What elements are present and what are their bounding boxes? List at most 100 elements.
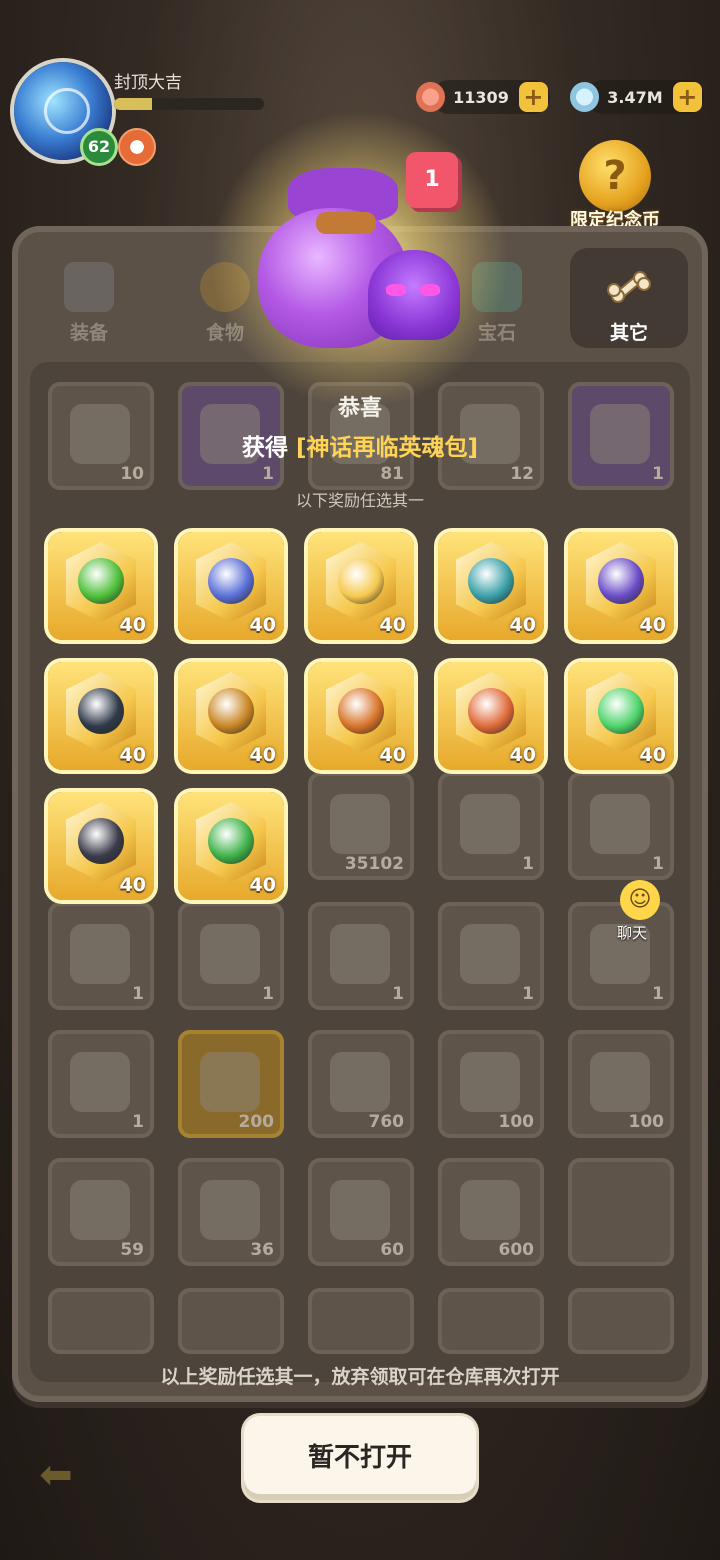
- ghost-icon: [368, 250, 460, 340]
- hero-portrait-icon: [598, 688, 644, 734]
- reward-count: 40: [119, 744, 146, 766]
- player-level-badge: 62: [80, 128, 118, 166]
- add-starfish-button[interactable]: +: [518, 82, 548, 112]
- back-arrow-icon[interactable]: ⬅: [30, 1452, 82, 1498]
- inventory-slot[interactable]: 100: [438, 1030, 544, 1138]
- hero-portrait-icon: [78, 818, 124, 864]
- bag-tie: [316, 212, 376, 234]
- obtained-line: 获得 [神话再临英魂包]: [0, 428, 720, 462]
- inventory-slot[interactable]: 600: [438, 1158, 544, 1266]
- inventory-slot[interactable]: 35102: [308, 772, 414, 880]
- currency-starfish: 11309 +: [416, 80, 550, 114]
- tab-equipment[interactable]: 装备: [30, 248, 148, 348]
- inventory-item-icon: [590, 794, 650, 854]
- inventory-slot[interactable]: 1: [48, 1030, 154, 1138]
- equipment-icon: [64, 262, 114, 312]
- inventory-item-count: 1: [652, 464, 664, 484]
- avatar-constellation-art: [44, 88, 90, 134]
- hero-portrait-icon: [208, 688, 254, 734]
- inventory-item-count: 60: [380, 1240, 404, 1260]
- reward-option[interactable]: 40: [308, 532, 414, 640]
- inventory-item-count: 100: [498, 1112, 535, 1132]
- hero-portrait-icon: [468, 558, 514, 604]
- inventory-item-icon: [330, 924, 390, 984]
- inventory-item-count: 10: [120, 464, 144, 484]
- reward-count: 40: [639, 744, 666, 766]
- inventory-item-icon: [70, 924, 130, 984]
- obtained-prefix: 获得: [241, 435, 296, 461]
- not-open-now-button[interactable]: 暂不打开: [244, 1416, 476, 1500]
- reward-count: 40: [119, 874, 146, 896]
- inventory-item-count: 200: [238, 1112, 275, 1132]
- inventory-item-icon: [200, 924, 260, 984]
- inventory-slot[interactable]: 1: [48, 902, 154, 1010]
- inventory-slot-empty: [48, 1288, 154, 1354]
- reward-option[interactable]: 40: [438, 532, 544, 640]
- ghost-eye-right: [420, 284, 440, 296]
- hero-portrait-icon: [468, 688, 514, 734]
- chat-face-icon: ☺: [620, 880, 660, 920]
- inventory-slot-empty: [438, 1288, 544, 1354]
- inventory-slot[interactable]: 1: [568, 772, 674, 880]
- limited-coin-button[interactable]: ? 限定纪念币: [560, 140, 670, 240]
- starfish-icon: [416, 82, 446, 112]
- hero-portrait-icon: [338, 688, 384, 734]
- reward-count: 40: [379, 614, 406, 636]
- inventory-item-icon: [200, 1052, 260, 1112]
- inventory-item-count: 1: [262, 984, 274, 1004]
- inventory-item-count: 760: [368, 1112, 405, 1132]
- inventory-slot[interactable]: 760: [308, 1030, 414, 1138]
- shell-amount: 3.47M: [607, 87, 663, 107]
- exp-bar-fill: [114, 98, 152, 110]
- reward-option[interactable]: 40: [568, 532, 674, 640]
- reward-count: 40: [249, 874, 276, 896]
- reward-option[interactable]: 40: [48, 662, 154, 770]
- inventory-item-count: 35102: [344, 854, 404, 874]
- inventory-slot-empty: [178, 1288, 284, 1354]
- inventory-slot[interactable]: 1: [438, 772, 544, 880]
- chat-button[interactable]: ☺ 聊天: [594, 880, 670, 944]
- reward-option[interactable]: 40: [178, 532, 284, 640]
- reward-option[interactable]: 40: [178, 662, 284, 770]
- inventory-item-icon: [590, 1052, 650, 1112]
- chat-label: 聊天: [616, 924, 647, 942]
- inventory-slot[interactable]: 59: [48, 1158, 154, 1266]
- reward-option[interactable]: 40: [178, 792, 284, 900]
- question-coin-icon: ?: [579, 140, 651, 212]
- inventory-item-icon: [330, 1180, 390, 1240]
- inventory-item-icon: [70, 1180, 130, 1240]
- inventory-slot-empty: [568, 1288, 674, 1354]
- player-exp-bar: [114, 98, 264, 110]
- reward-option[interactable]: 40: [438, 662, 544, 770]
- inventory-slot[interactable]: 1: [438, 902, 544, 1010]
- inventory-item-icon: [460, 794, 520, 854]
- hero-portrait-icon: [208, 558, 254, 604]
- inventory-item-count: 1: [132, 984, 144, 1004]
- inventory-slot[interactable]: 100: [568, 1030, 674, 1138]
- inventory-slot[interactable]: 200: [178, 1030, 284, 1138]
- shell-icon: [570, 82, 600, 112]
- inventory-item-count: 1: [522, 854, 534, 874]
- inventory-item-count: 100: [628, 1112, 665, 1132]
- inventory-item-count: 1: [262, 464, 274, 484]
- reward-option[interactable]: 40: [568, 662, 674, 770]
- add-shell-button[interactable]: +: [672, 82, 702, 112]
- reward-option[interactable]: 40: [48, 532, 154, 640]
- inventory-slot[interactable]: 1: [308, 902, 414, 1010]
- player-name: 封顶大吉: [114, 73, 182, 93]
- inventory-item-icon: [460, 924, 520, 984]
- reward-option[interactable]: 40: [48, 792, 154, 900]
- poker-chip-icon[interactable]: [118, 128, 156, 166]
- hero-portrait-icon: [208, 818, 254, 864]
- hero-portrait-icon: [78, 688, 124, 734]
- inventory-item-count: 59: [120, 1240, 144, 1260]
- reward-option[interactable]: 40: [308, 662, 414, 770]
- obtained-item-name: [神话再临英魂包]: [295, 435, 479, 461]
- reward-count: 40: [639, 614, 666, 636]
- inventory-slot[interactable]: 36: [178, 1158, 284, 1266]
- bag-count-badge: 1: [406, 152, 458, 208]
- inventory-item-count: 1: [522, 984, 534, 1004]
- tab-other[interactable]: 其它: [570, 248, 688, 348]
- inventory-slot[interactable]: 1: [178, 902, 284, 1010]
- inventory-slot[interactable]: 60: [308, 1158, 414, 1266]
